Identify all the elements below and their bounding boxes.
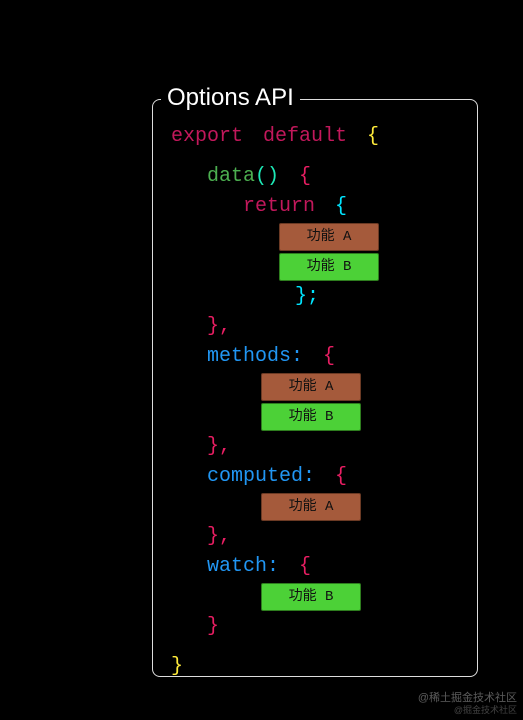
methods-tag-a-row: 功能 A [171, 372, 459, 402]
feature-tag-a: 功能 A [261, 493, 361, 521]
comma-data: , [219, 312, 231, 342]
brace-close-computed: } [207, 522, 219, 552]
line-data-close: } , [171, 312, 459, 342]
brace-open-return: { [335, 192, 347, 222]
computed-tag-a-row: 功能 A [171, 492, 459, 522]
watch-tag-b-row: 功能 B [171, 582, 459, 612]
brace-close-watch: } [207, 612, 219, 642]
line-methods-close: } , [171, 432, 459, 462]
brace-open-data: { [299, 162, 311, 192]
key-methods: methods: [207, 342, 303, 372]
feature-tag-b: 功能 B [261, 583, 361, 611]
brace-close-outer: } [171, 652, 183, 682]
comma-methods: , [219, 432, 231, 462]
panel-legend: Options API [161, 84, 300, 112]
code-block: export default { data ( ) { return { 功能 [171, 122, 459, 682]
brace-open-methods: { [323, 342, 335, 372]
line-watch-close: } [171, 612, 459, 642]
feature-tag-b: 功能 B [279, 253, 379, 281]
line-computed: computed: { [171, 462, 459, 492]
brace-close-methods: } [207, 432, 219, 462]
brace-close-return: } [295, 282, 307, 312]
key-computed: computed: [207, 462, 315, 492]
line-export: export default { [171, 122, 459, 152]
watermark-line2: @掘金技术社区 [418, 705, 517, 716]
paren-close: ) [267, 162, 279, 192]
line-return-close: } ; [171, 282, 459, 312]
kw-export: export [171, 122, 243, 152]
line-data: data ( ) { [171, 162, 459, 192]
line-computed-close: } , [171, 522, 459, 552]
comma-computed: , [219, 522, 231, 552]
options-api-panel: Options API export default { data ( ) { … [152, 99, 478, 677]
kw-default: default [263, 122, 347, 152]
line-return: return { [171, 192, 459, 222]
key-watch: watch: [207, 552, 279, 582]
brace-open-outer: { [367, 122, 379, 152]
brace-close-data: } [207, 312, 219, 342]
panel-border: Options API export default { data ( ) { … [152, 99, 478, 677]
feature-tag-a: 功能 A [279, 223, 379, 251]
paren-open: ( [255, 162, 267, 192]
brace-open-watch: { [299, 552, 311, 582]
data-tag-a-row: 功能 A [171, 222, 459, 252]
feature-tag-a: 功能 A [261, 373, 361, 401]
data-tag-b-row: 功能 B [171, 252, 459, 282]
line-methods: methods: { [171, 342, 459, 372]
fn-data: data [207, 162, 255, 192]
line-watch: watch: { [171, 552, 459, 582]
feature-tag-b: 功能 B [261, 403, 361, 431]
watermark: @稀土掘金技术社区 @掘金技术社区 [418, 692, 517, 716]
brace-open-computed: { [335, 462, 347, 492]
line-outer-close: } [171, 652, 459, 682]
watermark-line1: @稀土掘金技术社区 [418, 692, 517, 705]
semicolon-return: ; [307, 282, 319, 312]
methods-tag-b-row: 功能 B [171, 402, 459, 432]
kw-return: return [243, 192, 315, 222]
